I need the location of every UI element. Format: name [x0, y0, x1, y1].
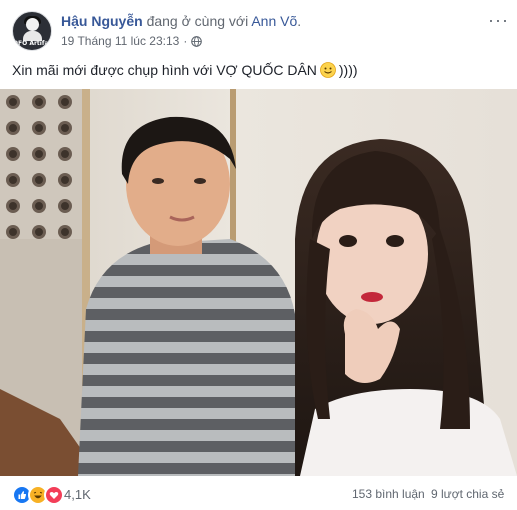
- post-footer: 4,1K 153 bình luận 9 lượt chia sẻ: [0, 476, 517, 510]
- love-reaction-icon: [44, 485, 64, 505]
- tagged-suffix: .: [297, 13, 302, 29]
- post-meta: 19 Tháng 11 lúc 23:13 ·: [61, 34, 203, 48]
- photo-illustration: [0, 89, 517, 476]
- post-photo[interactable]: [0, 89, 517, 476]
- tagged-friend-link[interactable]: Ann Võ: [251, 13, 297, 29]
- post-message: Xin mãi mới được chụp hình với VỢ QUỐC D…: [12, 62, 317, 78]
- author-name-link[interactable]: Hậu Nguyễn: [61, 13, 143, 29]
- post-text: Xin mãi mới được chụp hình với VỢ QUỐC D…: [12, 62, 358, 78]
- more-options-icon[interactable]: ···: [488, 10, 509, 31]
- reaction-count[interactable]: 4,1K: [64, 487, 91, 502]
- with-text: đang ở cùng với: [142, 13, 252, 29]
- meta-separator: ·: [183, 34, 188, 48]
- post-message-suffix: )))): [338, 62, 358, 78]
- avatar-head: [26, 18, 39, 31]
- reaction-icons[interactable]: [12, 485, 64, 505]
- author-avatar[interactable]: ĐFO Artifact: [12, 11, 52, 51]
- smiling-face-icon: [319, 62, 336, 78]
- facebook-post-card: ĐFO Artifact Hậu Nguyễn đang ở cùng với …: [0, 0, 517, 510]
- share-count-link[interactable]: 9 lượt chia sẻ: [431, 487, 504, 501]
- post-timestamp-link[interactable]: 19 Tháng 11 lúc 23:13: [61, 34, 179, 48]
- avatar-tag: ĐFO Artifact: [13, 40, 52, 47]
- globe-icon[interactable]: [191, 35, 203, 47]
- comment-count-link[interactable]: 153 bình luận: [352, 487, 425, 501]
- post-header: Hậu Nguyễn đang ở cùng với Ann Võ.: [61, 13, 301, 29]
